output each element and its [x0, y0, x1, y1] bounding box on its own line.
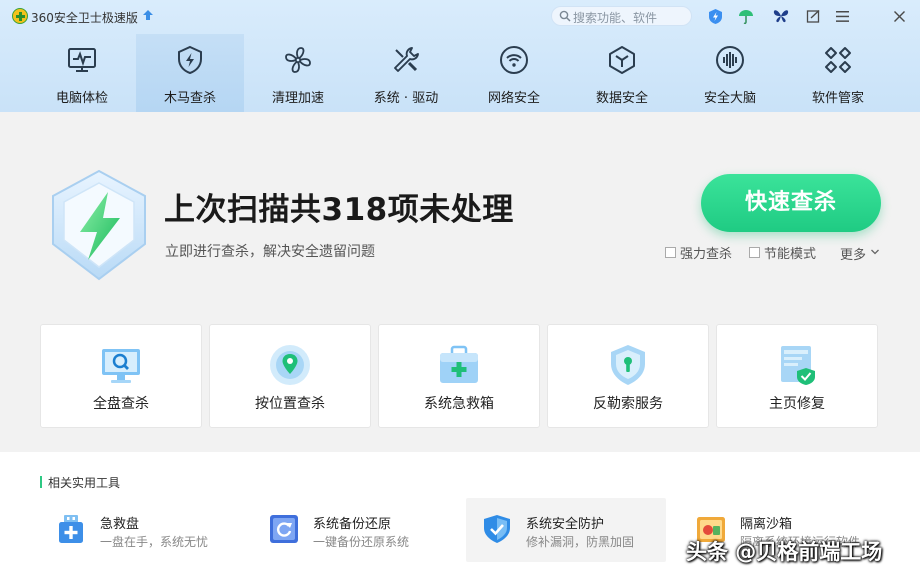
feedback-icon[interactable]	[804, 7, 822, 25]
nav-label: 系统 · 驱动	[373, 91, 439, 106]
tab-security-brain[interactable]: 安全大脑	[676, 34, 784, 112]
first-aid-kit-icon	[440, 345, 478, 383]
tool-system-protection[interactable]: 系统安全防护 修补漏洞，防黑加固	[466, 498, 666, 562]
tab-network-security[interactable]: 网络安全	[460, 34, 568, 112]
card-label: 全盘查杀	[93, 396, 149, 412]
rescue-disk-icon	[59, 515, 83, 543]
homepage-repair-icon	[781, 346, 815, 385]
card-first-aid[interactable]: 系统急救箱	[378, 324, 540, 428]
nav-label: 安全大脑	[703, 91, 756, 106]
menu-icon[interactable]	[833, 7, 851, 25]
card-label: 反勒索服务	[593, 396, 663, 412]
search-input[interactable]: 搜索功能、软件	[573, 9, 657, 26]
butterfly-icon[interactable]	[772, 7, 790, 25]
tab-data-security[interactable]: 数据安全	[568, 34, 676, 112]
location-scan-icon	[270, 345, 310, 385]
option-power-saving[interactable]: 节能模式	[749, 244, 817, 262]
nav-label: 数据安全	[595, 91, 648, 106]
card-location-scan[interactable]: 按位置查杀	[209, 324, 371, 428]
option-label: 强力查杀	[680, 246, 733, 262]
tool-name: 急救盘	[100, 517, 140, 532]
tool-backup-restore[interactable]: 系统备份还原 一键备份还原系统	[253, 498, 453, 562]
option-strong-scan[interactable]: 强力查杀	[665, 244, 733, 262]
nav-label: 软件管家	[811, 91, 864, 106]
fan-icon	[285, 47, 311, 73]
header: 360安全卫士极速版 搜索功能、软件 电脑体检 木马查杀 清理加速 系统 · 驱…	[0, 0, 920, 112]
chevron-down-icon[interactable]	[870, 247, 880, 257]
search-icon	[559, 10, 571, 22]
section-marker	[40, 476, 42, 488]
upgrade-arrow-icon[interactable]	[141, 9, 155, 23]
nav-label: 网络安全	[487, 91, 540, 106]
scan-status-title: 上次扫描共318项未处理	[164, 192, 514, 228]
tab-trojan-scan[interactable]: 木马查杀	[136, 34, 244, 112]
card-label: 按位置查杀	[255, 396, 325, 412]
shield-bolt-icon	[178, 45, 202, 75]
watermark-text: 头条 @贝格前端工场	[686, 540, 883, 564]
strong-scan-checkbox[interactable]	[665, 246, 676, 258]
shield-bolt-icon	[52, 169, 146, 281]
ransomware-shield-icon	[611, 345, 645, 385]
tool-name: 系统备份还原	[313, 517, 392, 532]
wifi-icon	[500, 46, 528, 74]
tab-software-manager[interactable]: 软件管家	[784, 34, 892, 112]
tab-pc-checkup[interactable]: 电脑体检	[28, 34, 136, 112]
full-scan-icon	[102, 349, 140, 383]
security-badge-icon[interactable]	[706, 7, 724, 25]
card-homepage-repair[interactable]: 主页修复	[716, 324, 878, 428]
more-options-link[interactable]: 更多	[840, 244, 866, 263]
system-protection-icon	[484, 515, 510, 543]
nav-label: 木马查杀	[163, 91, 216, 106]
card-anti-ransomware[interactable]: 反勒索服务	[547, 324, 709, 428]
tools-icon	[394, 47, 419, 72]
tool-name: 系统安全防护	[526, 517, 605, 532]
backup-restore-icon	[270, 515, 298, 543]
scan-panel: 上次扫描共318项未处理 立即进行查杀，解决安全遗留问题 快速查杀 强力查杀 节…	[0, 112, 920, 452]
quick-scan-button[interactable]: 快速查杀	[701, 174, 881, 232]
main-nav: 电脑体检 木马查杀 清理加速 系统 · 驱动 网络安全 数据安全 安全大脑 软件…	[0, 34, 920, 112]
card-label: 主页修复	[769, 396, 825, 412]
power-saving-checkbox[interactable]	[749, 246, 760, 258]
app-title: 360安全卫士极速版	[31, 11, 138, 25]
tool-rescue-disk[interactable]: 急救盘 一盘在手，系统无忧	[40, 498, 240, 562]
tool-description: 一盘在手，系统无忧	[100, 535, 209, 549]
card-label: 系统急救箱	[424, 396, 494, 412]
tool-description: 修补漏洞，防黑加固	[526, 535, 635, 549]
app-logo-icon	[12, 8, 28, 24]
close-icon[interactable]	[890, 7, 908, 25]
search-box[interactable]: 搜索功能、软件	[551, 6, 692, 26]
umbrella-icon[interactable]	[737, 7, 755, 25]
nav-label: 清理加速	[271, 91, 324, 106]
tool-name: 隔离沙箱	[740, 517, 793, 532]
tab-cleanup[interactable]: 清理加速	[244, 34, 352, 112]
tool-description: 一键备份还原系统	[313, 535, 410, 549]
cube-icon	[609, 46, 635, 74]
scan-tools-row: 全盘查杀 按位置查杀 系统急救箱 反勒索服务 主页修复	[40, 324, 880, 428]
brain-icon	[716, 46, 744, 74]
option-label: 节能模式	[764, 246, 817, 262]
title-bar: 360安全卫士极速版 搜索功能、软件	[0, 0, 920, 34]
nav-label: 电脑体检	[55, 91, 108, 106]
apps-icon	[825, 47, 851, 73]
monitor-pulse-icon	[68, 48, 96, 72]
section-heading: 相关实用工具	[48, 476, 121, 490]
scan-status-subtitle: 立即进行查杀，解决安全遗留问题	[165, 244, 375, 260]
card-full-scan[interactable]: 全盘查杀	[40, 324, 202, 428]
tab-system-driver[interactable]: 系统 · 驱动	[352, 34, 460, 112]
